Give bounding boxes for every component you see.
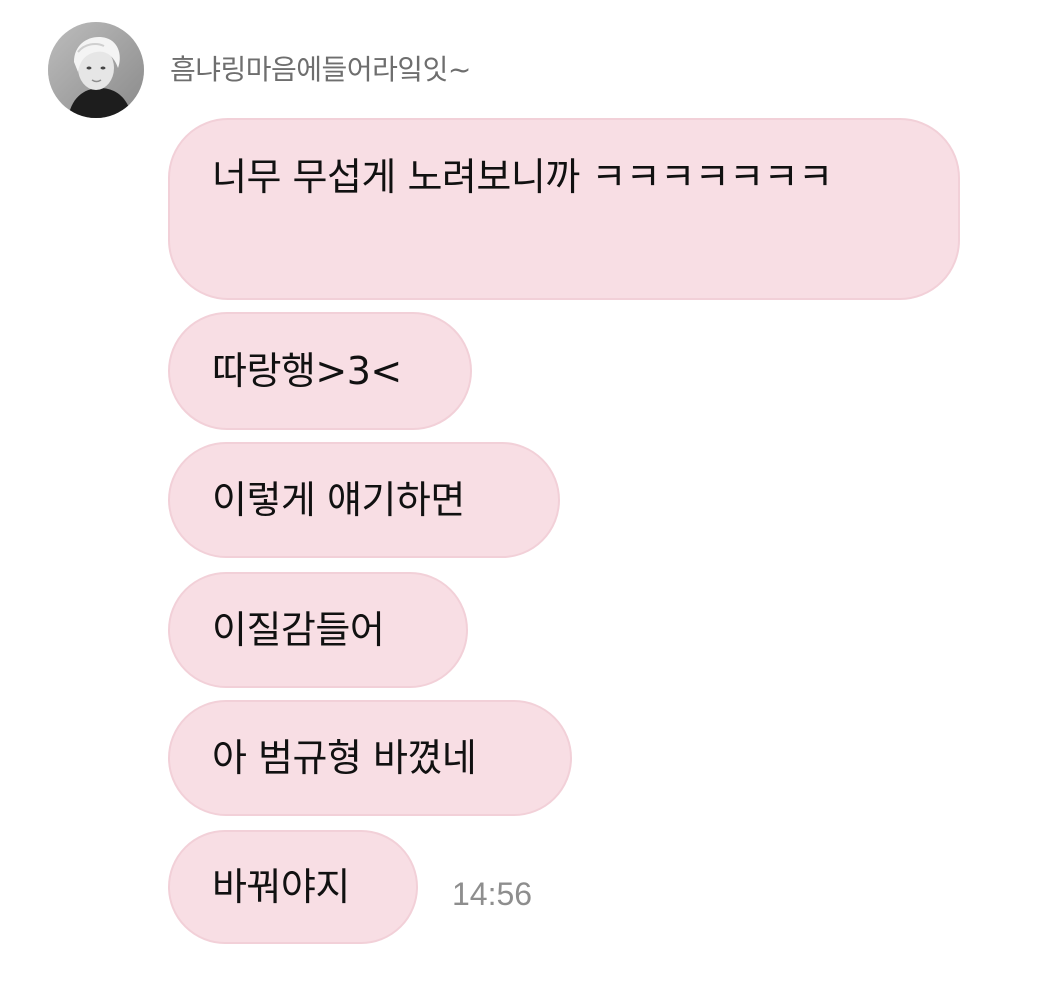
message-bubble[interactable]: 이렇게 얘기하면 bbox=[168, 442, 560, 558]
sender-avatar[interactable] bbox=[48, 22, 144, 118]
message-text: 아 범규형 바꼈네 bbox=[212, 736, 477, 780]
user-avatar-photo-icon bbox=[48, 22, 144, 118]
message-bubble[interactable]: 너무 무섭게 노려보니까 ㅋㅋㅋㅋㅋㅋㅋ bbox=[168, 118, 960, 300]
sender-name[interactable]: 흠냐링마음에들어라잌잇~ bbox=[170, 52, 471, 88]
message-text: 이렇게 얘기하면 bbox=[212, 478, 465, 522]
message-timestamp: 14:56 bbox=[452, 876, 533, 912]
message-text: 따랑행>3< bbox=[212, 349, 402, 393]
message-bubble[interactable]: 아 범규형 바꼈네 bbox=[168, 700, 572, 816]
message-bubble[interactable]: 이질감들어 bbox=[168, 572, 468, 688]
chat-thread: 흠냐링마음에들어라잌잇~ 너무 무섭게 노려보니까 ㅋㅋㅋㅋㅋㅋㅋ 따랑행>3<… bbox=[0, 0, 1051, 999]
message-text: 바꿔야지 bbox=[212, 865, 350, 909]
message-text: 너무 무섭게 노려보니까 ㅋㅋㅋㅋㅋㅋㅋ bbox=[212, 155, 833, 199]
message-bubble[interactable]: 바꿔야지 bbox=[168, 830, 418, 944]
message-bubble[interactable]: 따랑행>3< bbox=[168, 312, 472, 430]
message-text: 이질감들어 bbox=[212, 608, 385, 652]
